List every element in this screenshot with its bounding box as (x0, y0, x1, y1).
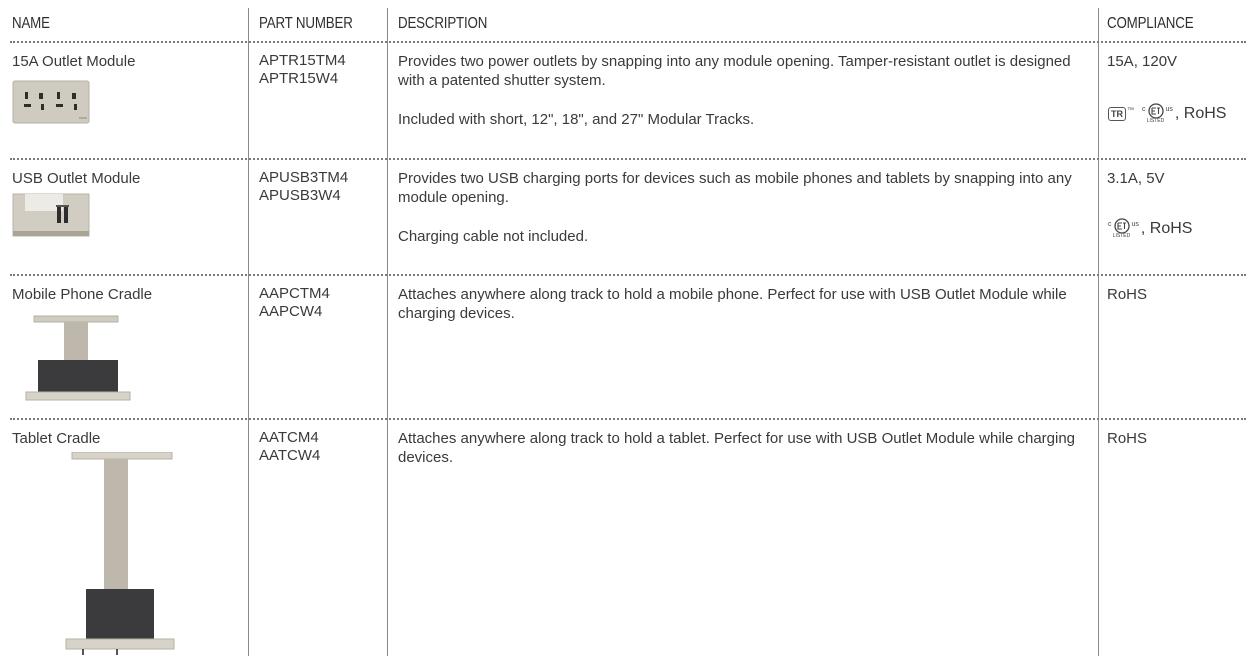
description-text: Provides two USB charging ports for devi… (398, 170, 1072, 206)
part-number: AAPCTM4 (259, 285, 330, 302)
phone-cradle-image (24, 314, 134, 408)
part-number: APUSB3W4 (259, 187, 341, 204)
row-description: Attaches anywhere along track to hold a … (398, 285, 1090, 323)
part-number: AAPCW4 (259, 303, 323, 320)
column-divider (1098, 8, 1099, 656)
description-text: Included with short, 12", 18", and 27" M… (398, 111, 755, 128)
part-number-list: APUSB3TM4 APUSB3W4 (259, 169, 348, 205)
row-separator (10, 158, 1246, 160)
row-description: Attaches anywhere along track to hold a … (398, 429, 1090, 467)
outlet-module-image (12, 80, 90, 124)
tr-logo-icon: TR ™ (1108, 106, 1134, 121)
row-separator (10, 41, 1246, 43)
part-number-list: AATCM4 AATCW4 (259, 429, 320, 465)
description-text: Attaches anywhere along track to hold a … (398, 430, 1076, 466)
etl-listed-logo-icon: c LISTED us (1108, 218, 1139, 239)
header-description: DESCRIPTION (398, 15, 488, 32)
row-separator (10, 274, 1246, 276)
row-name: Mobile Phone Cradle (12, 286, 153, 303)
description-text: Provides two power outlets by snapping i… (398, 53, 1071, 89)
row-name: Tablet Cradle (12, 430, 101, 447)
part-number: AATCM4 (259, 429, 319, 446)
part-number: APTR15TM4 (259, 52, 346, 69)
product-spec-table: NAME PART NUMBER DESCRIPTION COMPLIANCE … (10, 0, 1246, 656)
certification-line: c LISTED us , RoHS (1108, 218, 1192, 239)
part-number: AATCW4 (259, 447, 321, 464)
column-divider (387, 8, 388, 656)
part-number-list: AAPCTM4 AAPCW4 (259, 285, 330, 321)
header-compliance: COMPLIANCE (1107, 15, 1194, 32)
certification-text: , RoHS (1174, 104, 1227, 122)
header-part-number: PART NUMBER (259, 15, 353, 32)
usb-module-image (12, 193, 90, 237)
certification-text: , RoHS (1140, 219, 1193, 237)
row-name: 15A Outlet Module (12, 53, 136, 70)
etl-listed-logo-icon: c LISTED us (1142, 103, 1173, 124)
row-description: Provides two USB charging ports for devi… (398, 169, 1090, 246)
part-number-list: APTR15TM4 APTR15W4 (259, 52, 346, 88)
description-text: Charging cable not included. (398, 228, 589, 245)
header-name: NAME (12, 15, 50, 32)
tablet-cradle-image (64, 452, 176, 656)
compliance-rating: 15A, 120V (1107, 53, 1178, 70)
compliance-rating: 3.1A, 5V (1107, 170, 1165, 187)
certification-line: TR ™ c LISTED us , RoHS (1108, 103, 1226, 124)
row-name: USB Outlet Module (12, 170, 141, 187)
column-divider (248, 8, 249, 656)
compliance-rating: RoHS (1107, 430, 1148, 447)
part-number: APTR15W4 (259, 70, 339, 87)
row-description: Provides two power outlets by snapping i… (398, 52, 1090, 129)
description-text: Attaches anywhere along track to hold a … (398, 286, 1067, 322)
compliance-rating: RoHS (1107, 286, 1148, 303)
row-separator (10, 418, 1246, 420)
part-number: APUSB3TM4 (259, 169, 349, 186)
